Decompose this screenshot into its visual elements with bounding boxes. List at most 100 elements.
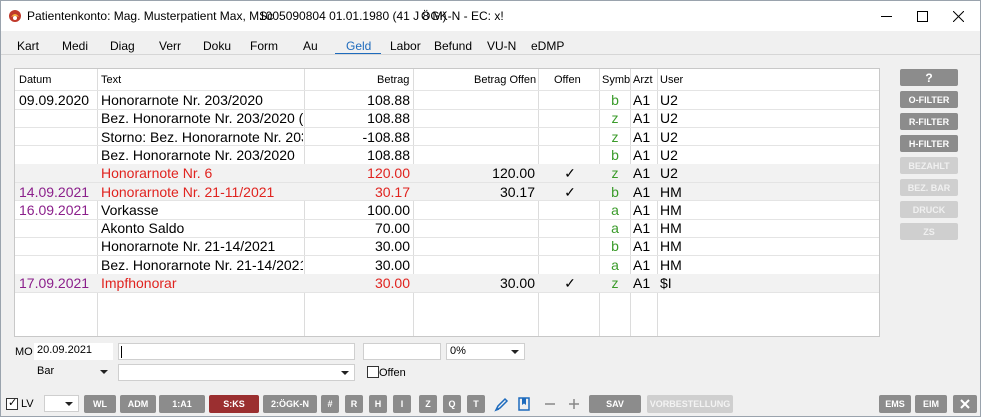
bezahlt-button[interactable]: BEZAHLT xyxy=(900,157,958,174)
cell-betrag: 108.88 xyxy=(367,110,410,127)
cell-arzt: A1 xyxy=(633,275,651,291)
table-row[interactable]: Akonto Saldo 70.00 a A1 HM xyxy=(15,219,879,237)
o-filter-button[interactable]: O-FILTER xyxy=(900,91,958,108)
eim-button[interactable]: EIM xyxy=(915,395,947,413)
tab-divider xyxy=(1,54,980,55)
cell-symb: z xyxy=(611,110,619,127)
tool-icon-button[interactable] xyxy=(493,395,511,413)
cell-date: 17.09.2021 xyxy=(19,275,90,291)
cell-user: U2 xyxy=(660,110,678,127)
header-symb[interactable]: Symb xyxy=(602,74,630,86)
sav-button[interactable]: SAV xyxy=(589,395,641,413)
tab-au[interactable]: Au xyxy=(303,39,318,53)
help-button[interactable]: ? xyxy=(900,69,958,86)
bookmark-icon-button[interactable] xyxy=(515,395,533,413)
r-filter-button[interactable]: R-FILTER xyxy=(900,113,958,130)
header-datum[interactable]: Datum xyxy=(19,74,51,86)
tab-bar: Kart Medi Diag Verr Doku Form Au Geld La… xyxy=(1,37,980,55)
offen-checkbox[interactable] xyxy=(367,366,379,378)
wl-button[interactable]: WL xyxy=(84,395,116,413)
header-betrag-offen[interactable]: Betrag Offen xyxy=(474,74,536,86)
table-row[interactable]: Bez. Honorarnote Nr. 203/2020 (108.88 z A1… xyxy=(15,109,879,127)
cell-text: Honorarnote Nr. 6 xyxy=(101,165,213,182)
date-field[interactable]: 20.09.2021 xyxy=(34,343,113,360)
cell-arzt: A1 xyxy=(633,220,651,237)
table-row[interactable]: 09.09.2020 Honorarnote Nr. 203/2020 108.88… xyxy=(15,91,879,109)
table-row[interactable]: Bez. Honorarnote Nr. 21-14/2021 30.00 a A1 H… xyxy=(15,256,879,274)
header-text[interactable]: Text xyxy=(101,74,121,86)
tab-geld[interactable]: Geld xyxy=(346,39,371,53)
h-button[interactable]: H xyxy=(369,395,387,413)
cell-text: Impfhonorar xyxy=(101,275,177,291)
minus-button[interactable] xyxy=(542,395,558,413)
table-row[interactable]: 17.09.2021 Impfhonorar 30.00 30.00 ✓ z A1 $I xyxy=(15,274,879,292)
table-row[interactable]: Bez. Honorarnote Nr. 203/2020 108.88 b A1 U2 xyxy=(15,146,879,164)
z-button[interactable]: Z xyxy=(419,395,437,413)
title-bar: Patientenkonto: Mag. Musterpatient Max, … xyxy=(1,1,980,31)
maximize-icon xyxy=(916,10,928,22)
header-betrag[interactable]: Betrag xyxy=(377,74,409,86)
tab-medi[interactable]: Medi xyxy=(62,39,88,53)
cell-user: HM xyxy=(660,183,682,200)
lv-checkbox[interactable] xyxy=(6,396,18,410)
r-button[interactable]: R xyxy=(345,395,363,413)
close-icon xyxy=(960,399,970,409)
vorbestellung-button[interactable]: VORBESTELLUNG xyxy=(647,395,733,413)
bookmark-icon xyxy=(518,397,530,411)
cell-user: HM xyxy=(660,256,682,273)
tab-doku[interactable]: Doku xyxy=(203,39,231,53)
cell-text: Honorarnote Nr. 21-11/2021 xyxy=(101,183,275,200)
table-row[interactable]: 14.09.2021 Honorarnote Nr. 21-11/2021 30.1… xyxy=(15,182,879,201)
text-cursor xyxy=(121,346,122,358)
cell-date: 14.09.2021 xyxy=(19,183,90,200)
cell-user: U2 xyxy=(660,128,678,145)
cancel-button[interactable] xyxy=(953,395,977,413)
lv-label: LV xyxy=(21,398,34,410)
tab-diag[interactable]: Diag xyxy=(110,39,135,53)
header-user[interactable]: User xyxy=(660,74,683,86)
q-button[interactable]: Q xyxy=(443,395,461,413)
header-offen[interactable]: Offen xyxy=(554,74,581,86)
plus-button[interactable] xyxy=(566,395,582,413)
table-row[interactable]: 16.09.2021 Vorkasse 100.00 a A1 HM xyxy=(15,201,879,219)
t-button[interactable]: T xyxy=(467,395,485,413)
cell-text: Honorarnote Nr. 21-14/2021 xyxy=(101,238,276,255)
adm-button[interactable]: ADM xyxy=(120,395,156,413)
cell-symb: b xyxy=(611,92,619,108)
header-arzt[interactable]: Arzt xyxy=(633,74,653,86)
tab-befund[interactable]: Befund xyxy=(434,39,472,53)
tab-form[interactable]: Form xyxy=(250,39,278,53)
h-filter-button[interactable]: H-FILTER xyxy=(900,135,958,152)
zs-button[interactable]: ZS xyxy=(900,223,958,240)
cell-arzt: A1 xyxy=(633,183,651,200)
tab-kart[interactable]: Kart xyxy=(17,39,39,53)
tab-labor[interactable]: Labor xyxy=(390,39,421,53)
oegk-n-button[interactable]: 2:ÖGK-N xyxy=(263,395,317,413)
cell-user: HM xyxy=(660,201,682,218)
hash-button[interactable]: # xyxy=(321,395,339,413)
cell-betrag: 30.00 xyxy=(374,275,410,291)
tab-vu-n[interactable]: VU-N xyxy=(487,39,516,53)
lv-dropdown[interactable] xyxy=(44,395,79,412)
i-button[interactable]: I xyxy=(393,395,411,413)
percent-dropdown[interactable]: 0% xyxy=(446,343,525,360)
druck-button[interactable]: DRUCK xyxy=(900,201,958,218)
table-row[interactable]: Honorarnote Nr. 21-14/2021 30.00 b A1 HM xyxy=(15,237,879,255)
text-input[interactable] xyxy=(118,343,355,360)
table-row[interactable]: Honorarnote Nr. 6 120.00 120.00 ✓ z A1 U2 xyxy=(15,164,879,183)
amount-input[interactable] xyxy=(363,343,441,360)
note-dropdown[interactable] xyxy=(118,364,355,381)
table-row[interactable]: Storno: Bez. Honorarnote Nr. 203 -108.88 z… xyxy=(15,128,879,146)
tab-verr[interactable]: Verr xyxy=(159,39,181,53)
payment-type-dropdown[interactable]: Bar xyxy=(34,364,113,381)
cell-text: Bez. Honorarnote Nr. 21-14/2021 xyxy=(101,256,303,273)
ems-button[interactable]: EMS xyxy=(879,395,911,413)
s-ks-button[interactable]: S:KS xyxy=(209,395,259,413)
cell-offen-check: ✓ xyxy=(564,165,576,182)
a1-button[interactable]: 1:A1 xyxy=(159,395,205,413)
bez-bar-button[interactable]: BEZ. BAR xyxy=(900,179,958,196)
cell-user: U2 xyxy=(660,165,678,182)
close-button[interactable] xyxy=(935,1,981,31)
tab-edmp[interactable]: eDMP xyxy=(531,39,564,53)
cell-symb: z xyxy=(611,128,619,145)
